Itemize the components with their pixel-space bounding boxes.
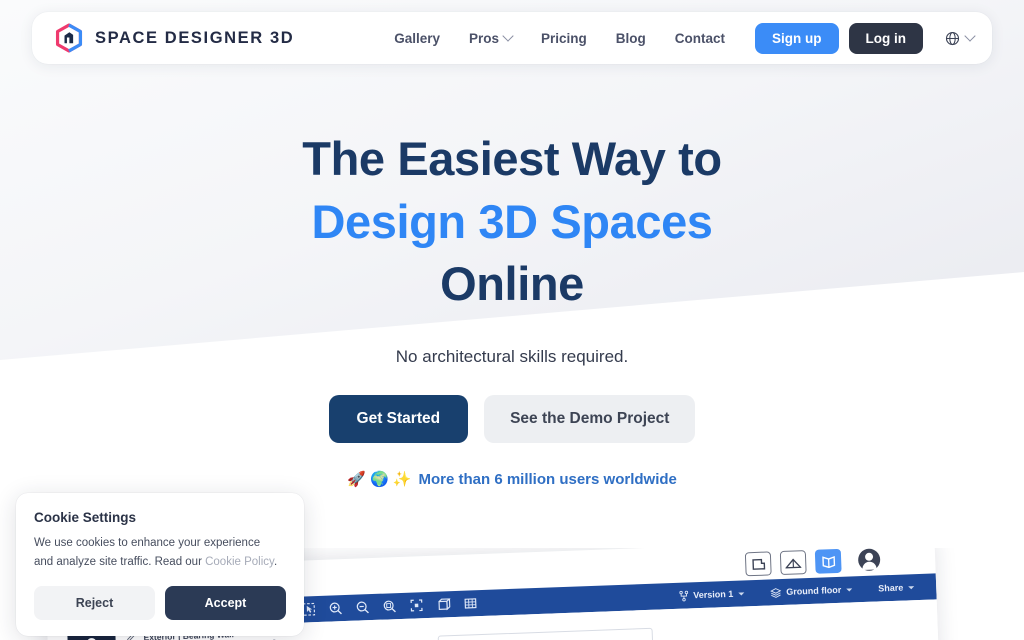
cookie-reject-button[interactable]: Reject — [34, 586, 155, 621]
cookie-accept-button[interactable]: Accept — [165, 586, 286, 621]
chevron-down-icon — [846, 587, 853, 592]
elevation-icon[interactable] — [779, 550, 807, 576]
layers-icon — [770, 587, 782, 598]
user-avatar-icon[interactable] — [857, 548, 881, 572]
page-root: SPACE DESIGNER 3D Gallery Pros Pricing B… — [0, 0, 1024, 640]
zoom-area-icon[interactable] — [382, 599, 397, 614]
app-toolbar-tools — [301, 596, 477, 616]
chevron-down-icon — [908, 585, 915, 589]
grid-icon[interactable] — [463, 596, 478, 611]
zoom-out-icon[interactable] — [355, 600, 370, 615]
zoom-in-icon[interactable] — [328, 601, 343, 616]
share-menu[interactable]: Share — [878, 582, 915, 594]
cookie-body-line-2-prefix: and analyze site traffic. Read our — [34, 555, 206, 568]
cookie-body-line-2-suffix: . — [273, 555, 278, 568]
users-worldwide-text: More than 6 million users worldwide — [418, 470, 677, 488]
floor-selector[interactable]: Ground floor — [770, 584, 853, 598]
perspective-3d-icon[interactable] — [814, 548, 842, 574]
headline-line-1: The Easiest Way to — [302, 132, 722, 185]
headline-line-2: Design 3D Spaces — [311, 194, 713, 248]
cookie-body-line-1: We use cookies to enhance your experienc… — [34, 537, 261, 549]
headline-line-3: Online — [440, 257, 584, 310]
cookie-policy-link[interactable]: Cookie Policy — [205, 556, 274, 568]
hero-cta-row: Get Started See the Demo Project — [0, 394, 1024, 443]
rocket-globe-sparkles-icons: 🚀 🌍 ✨ — [347, 470, 412, 488]
cookie-settings-dialog: Cookie Settings We use cookies to enhanc… — [16, 493, 304, 637]
cookie-dialog-title: Cookie Settings — [34, 510, 137, 525]
fit-to-screen-icon[interactable] — [409, 598, 424, 613]
app-toolbar-right: Version 1 Ground floor Share — [679, 581, 936, 601]
hero-section: The Easiest Way to Design 3D Spaces Onli… — [0, 0, 1024, 488]
app-view-mode-icons — [744, 548, 881, 577]
see-demo-project-button[interactable]: See the Demo Project — [484, 394, 696, 443]
get-started-button[interactable]: Get Started — [328, 394, 469, 443]
box-3d-icon[interactable] — [436, 597, 451, 612]
hero-subtitle: No architectural skills required. — [395, 346, 629, 366]
version-selector[interactable]: Version 1 — [679, 588, 745, 601]
page-title: The Easiest Way to Design 3D Spaces Onli… — [0, 128, 1024, 316]
floor-label: Ground floor — [786, 584, 842, 597]
plan-2d-icon[interactable] — [744, 551, 772, 577]
list-item[interactable]: RAR Chair — [439, 629, 653, 640]
version-branch-icon — [679, 590, 689, 601]
users-worldwide-banner: 🚀 🌍 ✨ More than 6 million users worldwid… — [0, 471, 1024, 488]
object-list-panel: RAR Chair — [437, 627, 661, 640]
chevron-down-icon — [738, 591, 745, 596]
version-label: Version 1 — [693, 588, 734, 601]
cookie-dialog-actions: Reject Accept — [34, 586, 286, 621]
share-label: Share — [878, 582, 904, 594]
